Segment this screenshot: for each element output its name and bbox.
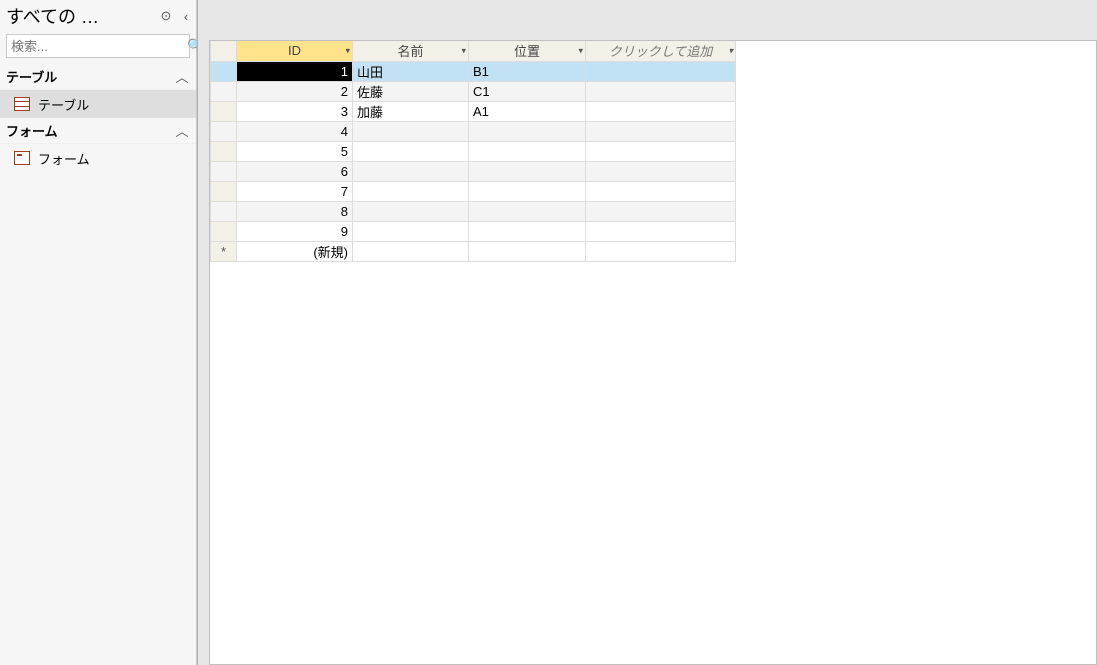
table-row[interactable]: 9 bbox=[211, 221, 736, 241]
cell[interactable]: 4 bbox=[237, 121, 353, 141]
cell[interactable] bbox=[353, 201, 469, 221]
cell[interactable] bbox=[586, 241, 736, 261]
cell[interactable] bbox=[586, 201, 736, 221]
nav-filter-dropdown-icon[interactable]: ⊙ bbox=[156, 8, 176, 24]
chevron-up-icon: ︿ bbox=[174, 121, 190, 140]
cell[interactable] bbox=[469, 181, 586, 201]
cell[interactable] bbox=[586, 101, 736, 121]
cell[interactable]: 加藤 bbox=[353, 101, 469, 121]
cell[interactable]: 8 bbox=[237, 201, 353, 221]
cell[interactable]: 6 bbox=[237, 161, 353, 181]
cell[interactable] bbox=[469, 221, 586, 241]
splitter[interactable] bbox=[197, 0, 201, 665]
cell[interactable] bbox=[586, 141, 736, 161]
cell[interactable]: 1 bbox=[237, 61, 353, 81]
cell[interactable] bbox=[469, 141, 586, 161]
row-selector[interactable] bbox=[211, 101, 237, 121]
cell[interactable] bbox=[586, 181, 736, 201]
column-dropdown-icon[interactable]: ▾ bbox=[461, 45, 466, 56]
cell[interactable]: C1 bbox=[469, 81, 586, 101]
table-icon bbox=[14, 97, 30, 111]
column-dropdown-icon[interactable]: ▾ bbox=[728, 45, 733, 56]
nav-title: すべての … bbox=[6, 3, 156, 29]
cell[interactable] bbox=[469, 121, 586, 141]
cell[interactable] bbox=[353, 241, 469, 261]
nav-item-label: フォーム bbox=[38, 149, 90, 168]
table-row[interactable]: 5 bbox=[211, 141, 736, 161]
table-row[interactable]: 6 bbox=[211, 161, 736, 181]
chevron-up-icon: ︿ bbox=[174, 67, 190, 86]
document-area: テーブル ID▾名前▾位置▾クリックして追加▾1山田B12佐藤C13加藤A145… bbox=[197, 0, 1097, 665]
navigation-pane: すべての … ⊙ ‹ 🔍 テーブル︿テーブルフォーム︿フォーム bbox=[0, 0, 197, 665]
column-header[interactable]: 位置▾ bbox=[469, 41, 586, 61]
table-row[interactable]: 2佐藤C1 bbox=[211, 81, 736, 101]
nav-item-label: テーブル bbox=[38, 95, 89, 114]
form-icon bbox=[14, 151, 30, 165]
row-selector[interactable] bbox=[211, 221, 237, 241]
cell[interactable]: 9 bbox=[237, 221, 353, 241]
column-header[interactable]: ID▾ bbox=[237, 41, 353, 61]
table-row[interactable]: 3加藤A1 bbox=[211, 101, 736, 121]
row-selector[interactable] bbox=[211, 161, 237, 181]
nav-item[interactable]: フォーム bbox=[0, 144, 196, 172]
nav-search[interactable]: 🔍 bbox=[6, 34, 190, 58]
cell[interactable]: 5 bbox=[237, 141, 353, 161]
table-row[interactable]: 4 bbox=[211, 121, 736, 141]
select-all-cell[interactable] bbox=[211, 41, 237, 61]
row-selector[interactable] bbox=[211, 141, 237, 161]
add-column-header[interactable]: クリックして追加▾ bbox=[586, 41, 736, 61]
cell[interactable] bbox=[353, 141, 469, 161]
search-input[interactable] bbox=[7, 39, 187, 54]
cell[interactable] bbox=[586, 81, 736, 101]
nav-group-label: テーブル bbox=[6, 67, 174, 86]
cell[interactable]: 3 bbox=[237, 101, 353, 121]
row-selector[interactable] bbox=[211, 121, 237, 141]
cell[interactable] bbox=[469, 161, 586, 181]
cell[interactable]: 2 bbox=[237, 81, 353, 101]
cell[interactable]: B1 bbox=[469, 61, 586, 81]
cell[interactable]: A1 bbox=[469, 101, 586, 121]
row-selector[interactable] bbox=[211, 181, 237, 201]
cell[interactable]: 佐藤 bbox=[353, 81, 469, 101]
column-dropdown-icon[interactable]: ▾ bbox=[578, 45, 583, 56]
cell[interactable] bbox=[469, 201, 586, 221]
cell[interactable] bbox=[353, 121, 469, 141]
cell[interactable]: 7 bbox=[237, 181, 353, 201]
cell[interactable]: (新規) bbox=[237, 241, 353, 261]
cell[interactable] bbox=[353, 181, 469, 201]
row-selector[interactable] bbox=[211, 201, 237, 221]
nav-collapse-icon[interactable]: ‹ bbox=[176, 9, 196, 24]
cell[interactable] bbox=[586, 161, 736, 181]
datasheet: ID▾名前▾位置▾クリックして追加▾1山田B12佐藤C13加藤A1456789*… bbox=[209, 40, 1097, 665]
table-row[interactable]: 7 bbox=[211, 181, 736, 201]
nav-group-header[interactable]: テーブル︿ bbox=[0, 64, 196, 90]
datasheet-scroll[interactable]: ID▾名前▾位置▾クリックして追加▾1山田B12佐藤C13加藤A1456789*… bbox=[210, 41, 1096, 664]
cell[interactable]: 山田 bbox=[353, 61, 469, 81]
table-row[interactable]: 8 bbox=[211, 201, 736, 221]
row-selector[interactable] bbox=[211, 81, 237, 101]
cell[interactable] bbox=[469, 241, 586, 261]
new-row[interactable]: *(新規) bbox=[211, 241, 736, 261]
row-selector[interactable] bbox=[211, 61, 237, 81]
cell[interactable] bbox=[586, 121, 736, 141]
cell[interactable] bbox=[353, 221, 469, 241]
nav-group-header[interactable]: フォーム︿ bbox=[0, 118, 196, 144]
column-dropdown-icon[interactable]: ▾ bbox=[345, 45, 350, 56]
new-row-marker: * bbox=[211, 241, 237, 261]
cell[interactable] bbox=[353, 161, 469, 181]
cell[interactable] bbox=[586, 221, 736, 241]
column-header[interactable]: 名前▾ bbox=[353, 41, 469, 61]
nav-item[interactable]: テーブル bbox=[0, 90, 196, 118]
data-grid[interactable]: ID▾名前▾位置▾クリックして追加▾1山田B12佐藤C13加藤A1456789*… bbox=[210, 41, 736, 262]
table-row[interactable]: 1山田B1 bbox=[211, 61, 736, 81]
nav-title-bar: すべての … ⊙ ‹ bbox=[0, 0, 196, 32]
nav-group-label: フォーム bbox=[6, 121, 174, 140]
cell[interactable] bbox=[586, 61, 736, 81]
